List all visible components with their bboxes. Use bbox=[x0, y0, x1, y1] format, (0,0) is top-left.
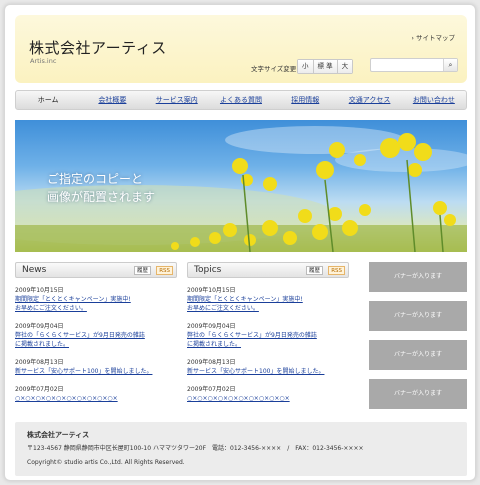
entry-link[interactable]: 弊社の「らくらくサービス」が9月日発売の雑誌 bbox=[187, 331, 349, 340]
topics-column: Topics 履歴 RSS 2009年10月15日 期間限定「とくとくキャンペー… bbox=[187, 262, 349, 412]
fontsize-label: 文字サイズ変更 bbox=[251, 65, 297, 73]
entry-date: 2009年09月04日 bbox=[187, 323, 236, 330]
entry-date: 2009年08月13日 bbox=[15, 359, 64, 366]
banner-3[interactable]: バナーが入ります bbox=[369, 340, 467, 370]
news-history-button[interactable]: 履歴 bbox=[133, 266, 151, 275]
fontsize-small-button[interactable]: 小 bbox=[298, 60, 314, 73]
list-item: 2009年08月13日 新サービス「安心サポート100」を開始しました。 bbox=[187, 358, 349, 376]
sitemap-label: サイトマップ bbox=[416, 34, 455, 42]
site-title[interactable]: 株式会社アーティス bbox=[29, 37, 167, 58]
list-item: 2009年07月02日 ○×○×○×○×○×○×○×○×○×○× bbox=[15, 385, 177, 403]
nav-item-faq[interactable]: よくある質問 bbox=[209, 95, 273, 105]
news-title: News bbox=[22, 265, 47, 275]
news-rss-button[interactable]: RSS bbox=[156, 266, 173, 275]
entry-link[interactable]: に掲載されました。 bbox=[187, 340, 349, 349]
entry-date: 2009年08月13日 bbox=[187, 359, 236, 366]
list-item: 2009年08月13日 新サービス「安心サポート100」を開始しました。 bbox=[15, 358, 177, 376]
nav-item-services[interactable]: サービス案内 bbox=[145, 95, 209, 105]
nav-item-home[interactable]: ホーム bbox=[16, 95, 80, 105]
entry-link[interactable]: ○×○×○×○×○×○×○×○×○×○× bbox=[15, 394, 177, 403]
entry-link[interactable]: 弊社の「らくらくサービス」が9月日発売の雑誌 bbox=[15, 331, 177, 340]
hero-line-1: ご指定のコピーと bbox=[47, 172, 144, 186]
news-list: 2009年10月15日 期間限定「とくとくキャンペーン」実施中! お早めにご注文… bbox=[15, 286, 177, 403]
list-item: 2009年07月02日 ○×○×○×○×○×○×○×○×○×○× bbox=[187, 385, 349, 403]
hero-image: ご指定のコピーと 画像が配置されます bbox=[15, 120, 467, 252]
fontsize-switcher: 小 標 準 大 bbox=[297, 59, 354, 74]
entry-link[interactable]: お早めにご注文ください。 bbox=[187, 304, 349, 313]
topics-header: Topics 履歴 RSS bbox=[187, 262, 349, 278]
entry-link[interactable]: に掲載されました。 bbox=[15, 340, 177, 349]
topics-rss-button[interactable]: RSS bbox=[328, 266, 345, 275]
news-column: News 履歴 RSS 2009年10月15日 期間限定「とくとくキャンペーン」… bbox=[15, 262, 177, 412]
chevron-right-icon: › bbox=[411, 34, 414, 42]
entry-link[interactable]: 期間限定「とくとくキャンペーン」実施中! bbox=[15, 295, 177, 304]
entry-date: 2009年10月15日 bbox=[15, 287, 64, 294]
nav-item-access[interactable]: 交通アクセス bbox=[337, 95, 401, 105]
banner-4[interactable]: バナーが入ります bbox=[369, 379, 467, 409]
site-subtitle: Artis.inc bbox=[30, 57, 57, 65]
nav-item-contact[interactable]: お問い合わせ bbox=[402, 95, 466, 105]
topics-list: 2009年10月15日 期間限定「とくとくキャンペーン」実施中! お早めにご注文… bbox=[187, 286, 349, 403]
footer-copyright: Copyright© studio artis Co.,Ltd. All Rig… bbox=[27, 459, 185, 466]
entry-link[interactable]: ○×○×○×○×○×○×○×○×○×○× bbox=[187, 394, 349, 403]
news-header: News 履歴 RSS bbox=[15, 262, 177, 278]
hero-line-2: 画像が配置されます bbox=[47, 190, 156, 204]
search-icon[interactable]: ⌕ bbox=[443, 59, 457, 71]
banner-2[interactable]: バナーが入ります bbox=[369, 301, 467, 331]
list-item: 2009年10月15日 期間限定「とくとくキャンペーン」実施中! お早めにご注文… bbox=[187, 286, 349, 313]
nav-item-company[interactable]: 会社概要 bbox=[80, 95, 144, 105]
site-footer: 株式会社アーティス 〒123-4567 静岡県静岡市中区长屋町100-10 ハマ… bbox=[15, 422, 467, 476]
list-item: 2009年09月04日 弊社の「らくらくサービス」が9月日発売の雑誌 に掲載され… bbox=[15, 322, 177, 349]
list-item: 2009年09月04日 弊社の「らくらくサービス」が9月日発売の雑誌 に掲載され… bbox=[187, 322, 349, 349]
entry-link[interactable]: 新サービス「安心サポート100」を開始しました。 bbox=[15, 367, 177, 376]
entry-date: 2009年09月04日 bbox=[15, 323, 64, 330]
banner-1[interactable]: バナーが入ります bbox=[369, 262, 467, 292]
global-nav: ホーム 会社概要 サービス案内 よくある質問 採用情報 交通アクセス お問い合わ… bbox=[15, 90, 467, 110]
topics-history-button[interactable]: 履歴 bbox=[305, 266, 323, 275]
entry-link[interactable]: 新サービス「安心サポート100」を開始しました。 bbox=[187, 367, 349, 376]
sitemap-link[interactable]: › サイトマップ bbox=[411, 32, 455, 42]
nav-item-recruit[interactable]: 採用情報 bbox=[273, 95, 337, 105]
search-input[interactable]: ⌕ bbox=[370, 58, 458, 72]
entry-date: 2009年07月02日 bbox=[187, 386, 236, 393]
footer-company-name: 株式会社アーティス bbox=[27, 431, 90, 439]
topics-title: Topics bbox=[194, 265, 222, 275]
footer-address: 〒123-4567 静岡県静岡市中区长屋町100-10 ハママツタワー20F 電… bbox=[27, 445, 364, 452]
entry-date: 2009年10月15日 bbox=[187, 287, 236, 294]
fontsize-medium-button[interactable]: 標 準 bbox=[313, 60, 338, 73]
entry-link[interactable]: 期間限定「とくとくキャンペーン」実施中! bbox=[187, 295, 349, 304]
list-item: 2009年10月15日 期間限定「とくとくキャンペーン」実施中! お早めにご注文… bbox=[15, 286, 177, 313]
entry-link[interactable]: お早めにご注文ください。 bbox=[15, 304, 177, 313]
hero-copy: ご指定のコピーと 画像が配置されます bbox=[47, 170, 155, 206]
page-container: 株式会社アーティス Artis.inc › サイトマップ 文字サイズ変更 小 標 … bbox=[4, 4, 476, 481]
site-header: 株式会社アーティス Artis.inc › サイトマップ 文字サイズ変更 小 標 … bbox=[15, 15, 467, 83]
entry-date: 2009年07月02日 bbox=[15, 386, 64, 393]
fontsize-large-button[interactable]: 大 bbox=[337, 60, 353, 73]
